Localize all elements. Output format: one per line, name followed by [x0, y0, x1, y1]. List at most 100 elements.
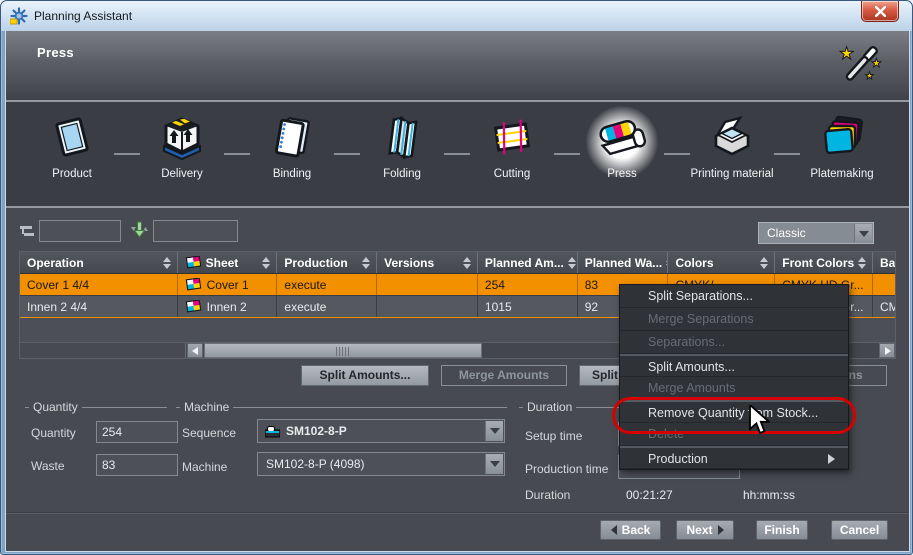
step-delivery[interactable]: Delivery	[137, 109, 227, 181]
table-header-row: Operation Sheet Production	[20, 252, 895, 274]
sequence-select[interactable]: SM102-8-P	[257, 419, 505, 443]
split-amounts-button[interactable]: Split Amounts...	[301, 365, 429, 386]
setup-time-label: Setup time	[525, 429, 582, 443]
printing-material-icon	[708, 114, 756, 160]
sort-arrows-icon[interactable]	[362, 257, 372, 269]
page-title: Press	[37, 45, 74, 60]
waste-field[interactable]	[96, 454, 178, 476]
view-select-value: Classic	[767, 226, 806, 240]
column-header-planned-waste[interactable]: Planned Wa...	[578, 252, 669, 273]
context-menu: Split Separations... Merge Separations S…	[619, 284, 849, 470]
sort-arrows-icon[interactable]	[163, 257, 173, 269]
cell-sheet: Cover 1	[178, 274, 278, 295]
chevron-down-icon[interactable]	[854, 224, 872, 242]
step-binding[interactable]: Binding	[247, 109, 337, 181]
sort-arrows-icon[interactable]	[858, 257, 868, 269]
app-icon	[10, 7, 28, 25]
back-button[interactable]: Back	[600, 520, 661, 540]
column-header-sheet[interactable]: Sheet	[178, 252, 278, 273]
step-label: Delivery	[137, 168, 227, 181]
menu-item-separations: Separations...	[620, 331, 848, 354]
scroll-left-button[interactable]	[187, 343, 203, 358]
cell-operation: Innen 2 4/4	[20, 296, 178, 317]
annotation-highlight-ring	[612, 397, 856, 434]
column-header-operation[interactable]: Operation	[20, 252, 178, 273]
machine-label: Machine	[182, 460, 227, 474]
scrollbar-thumb[interactable]	[204, 343, 482, 358]
folding-icon	[380, 114, 424, 160]
svg-text:★: ★	[865, 71, 874, 82]
quantity-group-title: Quantity	[29, 400, 82, 414]
step-press-active[interactable]: Press	[577, 109, 667, 181]
sort-arrows-icon[interactable]	[568, 257, 578, 269]
column-header-colors[interactable]: Colors	[668, 252, 775, 273]
duration-value: 00:21:27	[626, 488, 673, 502]
product-icon	[50, 114, 94, 160]
cell-operation: Cover 1 4/4	[20, 274, 178, 295]
close-icon	[875, 6, 886, 17]
cell-production: execute	[277, 296, 377, 317]
cancel-button[interactable]: Cancel	[831, 520, 888, 540]
filter-input[interactable]	[39, 220, 121, 242]
step-folding[interactable]: Folding	[357, 109, 447, 181]
column-header-production[interactable]: Production	[277, 252, 377, 273]
svg-text:★: ★	[839, 44, 854, 63]
column-header-versions[interactable]: Versions	[377, 252, 478, 273]
press-icon	[597, 113, 647, 161]
step-product[interactable]: Product	[27, 109, 117, 181]
step-label: Press	[577, 168, 667, 181]
next-arrow-icon	[718, 525, 724, 535]
close-button[interactable]	[861, 1, 899, 22]
next-button[interactable]: Next	[676, 520, 734, 540]
scroll-right-button[interactable]	[879, 343, 895, 358]
footer-separator	[6, 512, 909, 514]
duration-unit: hh:mm:ss	[743, 488, 795, 502]
cutting-icon	[489, 114, 535, 160]
quantity-label: Quantity	[31, 426, 76, 440]
sequence-label: Sequence	[182, 426, 236, 440]
chevron-down-icon[interactable]	[485, 421, 503, 441]
cell-production: execute	[277, 274, 377, 295]
machine-value: SM102-8-P (4098)	[266, 457, 365, 471]
cell-back-colors	[873, 274, 895, 295]
menu-item-merge-separations: Merge Separations	[620, 308, 848, 331]
step-platemaking[interactable]: Platemaking	[797, 109, 887, 181]
menu-item-production[interactable]: Production	[620, 446, 848, 469]
cell-planned-amount: 1015	[478, 296, 578, 317]
sheet-icon	[185, 256, 202, 269]
sort-icon[interactable]	[130, 221, 149, 239]
machine-select[interactable]: SM102-8-P (4098)	[257, 452, 505, 476]
chevron-down-icon[interactable]	[485, 454, 503, 474]
finish-button[interactable]: Finish	[756, 520, 808, 540]
submenu-arrow-icon	[828, 454, 835, 464]
thumb-grip	[336, 347, 350, 356]
planning-assistant-window: Planning Assistant Press ★ ★ ★ P	[0, 0, 913, 555]
step-label: Binding	[247, 168, 337, 181]
view-select[interactable]: Classic	[758, 222, 874, 244]
quantity-field[interactable]	[96, 421, 178, 443]
cell-versions	[377, 296, 478, 317]
production-time-label: Production time	[525, 462, 608, 476]
magic-wand-icon: ★ ★ ★	[837, 41, 885, 89]
binding-icon	[270, 114, 314, 160]
press-machine-icon	[265, 426, 280, 438]
sort-arrows-icon[interactable]	[760, 257, 770, 269]
titlebar[interactable]: Planning Assistant	[1, 1, 912, 31]
column-header-front-colors[interactable]: Front Colors	[775, 252, 873, 273]
menu-item-split-separations[interactable]: Split Separations...	[620, 285, 848, 308]
step-printing-material[interactable]: Printing material	[687, 109, 777, 181]
platemaking-icon	[818, 114, 866, 160]
step-label: Cutting	[467, 168, 557, 181]
sort-arrows-icon[interactable]	[463, 257, 473, 269]
column-header-back-colors[interactable]: Ba	[873, 252, 895, 273]
step-cutting[interactable]: Cutting	[467, 109, 557, 181]
sort-arrows-icon[interactable]	[262, 257, 272, 269]
filter-tree-icon[interactable]	[20, 225, 37, 238]
cell-back-colors: CM	[873, 296, 895, 317]
column-header-planned-amount[interactable]: Planned Am...	[478, 252, 578, 273]
sort-input[interactable]	[153, 220, 238, 242]
duration-label: Duration	[525, 488, 570, 502]
cell-sheet: Innen 2	[178, 296, 278, 317]
sheet-icon	[185, 300, 202, 313]
menu-item-split-amounts[interactable]: Split Amounts...	[620, 354, 848, 377]
